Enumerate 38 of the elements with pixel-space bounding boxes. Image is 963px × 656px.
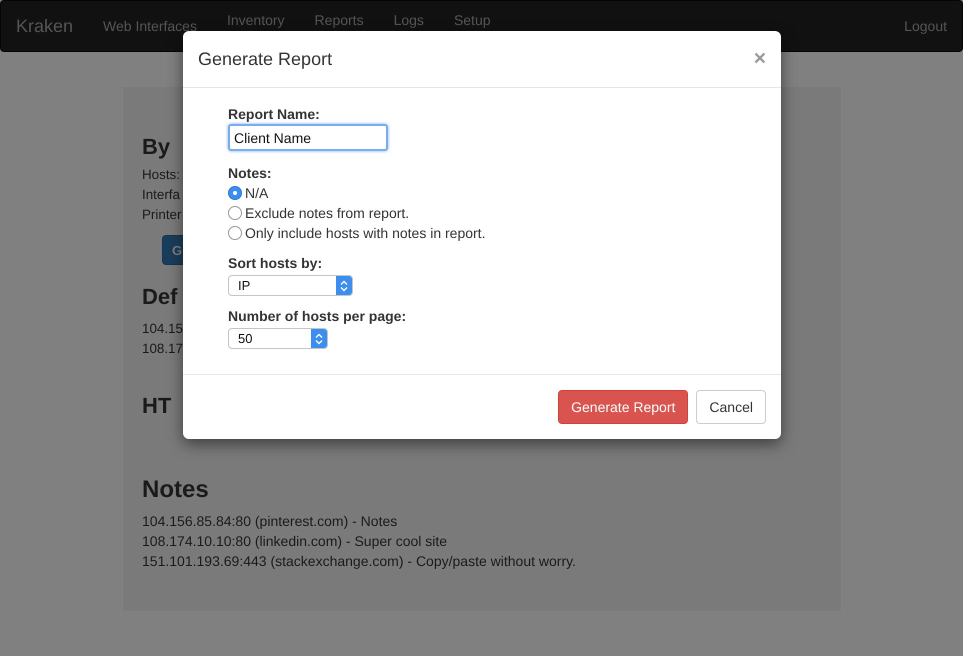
text-line: Interfa bbox=[142, 186, 180, 204]
section-heading: By bbox=[142, 135, 170, 160]
radio-label: Only include hosts with notes in report. bbox=[245, 224, 486, 243]
radio-button[interactable] bbox=[228, 186, 242, 200]
stepper-icon bbox=[315, 332, 323, 344]
section-heading: HT bbox=[142, 394, 172, 419]
nav-link[interactable]: Setup bbox=[454, 12, 491, 28]
logout-link[interactable]: Logout bbox=[904, 18, 947, 34]
stepper-icon bbox=[340, 280, 348, 292]
radio-button[interactable] bbox=[228, 226, 242, 240]
radio-label: Exclude notes from report. bbox=[245, 204, 410, 223]
text-line: Printer bbox=[142, 206, 182, 224]
text-line: 151.101.193.69:443 (stackexchange.com) - Copy/paste without worry. bbox=[142, 552, 576, 571]
nav-link[interactable]: Web Interfaces bbox=[103, 18, 197, 34]
text-line: Hosts: bbox=[142, 166, 180, 184]
field-label: Report Name: bbox=[228, 105, 321, 124]
text-line: 108.174.10.10:80 (linkedin.com) - Super cool site bbox=[142, 532, 448, 551]
report-name-field[interactable]: Client Name bbox=[228, 124, 388, 151]
radio-label: N/A bbox=[245, 184, 268, 203]
field-label: Sort hosts by: bbox=[228, 254, 324, 273]
field-label: Number of hosts per page: bbox=[228, 307, 408, 326]
radio-button[interactable] bbox=[228, 206, 242, 220]
text-line: 104.156.85.84:80 (pinterest.com) - Notes bbox=[142, 512, 398, 531]
text-line: 104.15 bbox=[142, 320, 183, 338]
section-heading: Def bbox=[142, 285, 178, 310]
close-button[interactable]: × bbox=[754, 47, 766, 71]
generate-report-button[interactable]: Generate Report bbox=[558, 390, 688, 424]
select-dropdown[interactable]: IP bbox=[228, 275, 353, 296]
field-label: Notes: bbox=[228, 164, 273, 183]
section-heading: Notes bbox=[142, 476, 209, 503]
nav-link[interactable]: Logs bbox=[394, 12, 424, 28]
select-dropdown[interactable]: 50 bbox=[228, 328, 328, 349]
modal-title: Generate Report bbox=[198, 48, 332, 70]
nav-link[interactable]: Reports bbox=[314, 12, 364, 28]
cancel-button[interactable]: Cancel bbox=[696, 390, 766, 424]
brand-name[interactable]: Kraken bbox=[16, 16, 74, 36]
nav-link[interactable]: Inventory bbox=[226, 12, 285, 28]
text-line: 108.17 bbox=[142, 340, 183, 358]
